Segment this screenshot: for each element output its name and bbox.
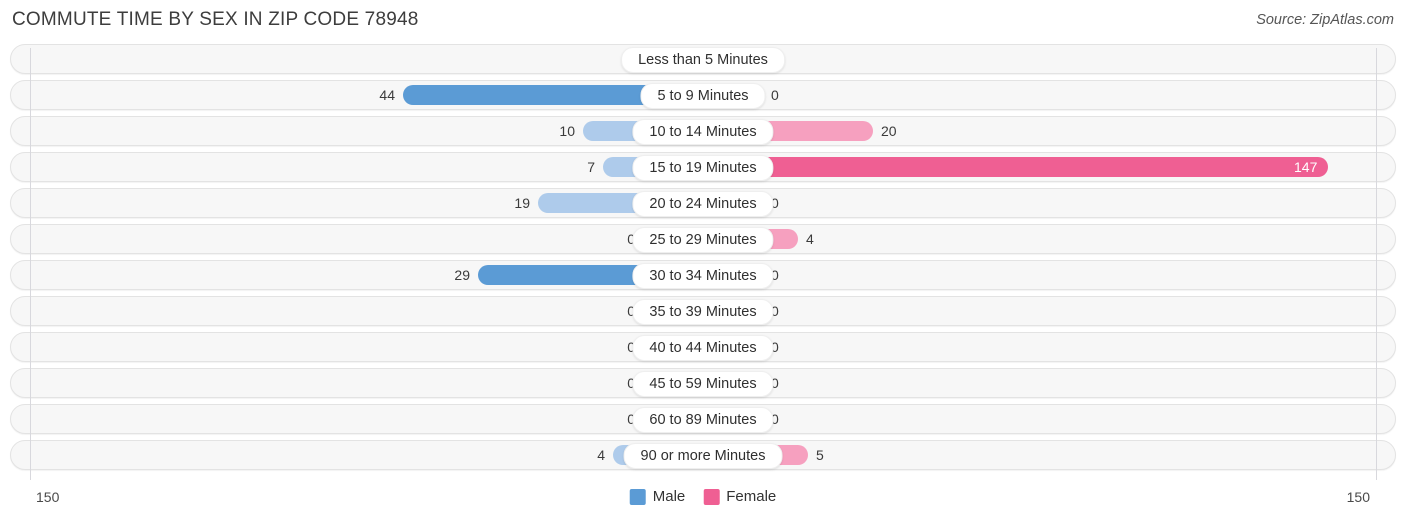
legend-item-female[interactable]: Female [703, 488, 776, 505]
legend-item-male[interactable]: Male [629, 488, 686, 505]
row-bar-area: 0 0 45 to 59 Minutes [11, 369, 1395, 397]
axis-line-right [1376, 48, 1377, 480]
row-bar-area: 29 0 30 to 34 Minutes [11, 261, 1395, 289]
row-bar-area: 0 0 35 to 39 Minutes [11, 297, 1395, 325]
row-bar-area: 00Less than 5 Minutes [11, 45, 1395, 73]
category-label: 35 to 39 Minutes [632, 299, 774, 325]
bar-value-male: 19 [514, 195, 530, 211]
row-bar-area: 7 147 15 to 19 Minutes [11, 153, 1395, 181]
bar-value-female: 0 [771, 87, 779, 103]
chart-legend: Male Female [629, 488, 776, 505]
category-label: 20 to 24 Minutes [632, 191, 774, 217]
bar-value-female: 147 [1294, 159, 1318, 175]
source-attribution: Source: ZipAtlas.com [1256, 12, 1394, 28]
table-row: 0 4 25 to 29 Minutes [10, 224, 1396, 254]
row-bar-area: 10 20 10 to 14 Minutes [11, 117, 1395, 145]
table-row: 0 0 45 to 59 Minutes [10, 368, 1396, 398]
bar-value-female: 4 [806, 231, 814, 247]
table-row: 0 0 35 to 39 Minutes [10, 296, 1396, 326]
bar-value-male: 4 [597, 447, 605, 463]
legend-swatch-female-icon [703, 488, 720, 505]
row-bar-area: 0 4 25 to 29 Minutes [11, 225, 1395, 253]
row-bar-area: 0 0 40 to 44 Minutes [11, 333, 1395, 361]
bar-value-male: 7 [587, 159, 595, 175]
axis-tick-right: 150 [1346, 489, 1370, 505]
bar-female[interactable] [703, 157, 1328, 177]
legend-label-male: Male [652, 488, 686, 505]
table-row: 00Less than 5 Minutes [10, 44, 1396, 74]
legend-label-female: Female [726, 488, 777, 505]
row-bar-area: 44 0 5 to 9 Minutes [11, 81, 1395, 109]
axis-line-left [30, 48, 31, 480]
bar-value-male: 29 [454, 267, 470, 283]
table-row: 19 0 20 to 24 Minutes [10, 188, 1396, 218]
category-label: 40 to 44 Minutes [632, 335, 774, 361]
row-bar-area: 19 0 20 to 24 Minutes [11, 189, 1395, 217]
table-row: 7 147 15 to 19 Minutes [10, 152, 1396, 182]
bar-value-male: 10 [559, 123, 575, 139]
table-row: 10 20 10 to 14 Minutes [10, 116, 1396, 146]
category-label: 25 to 29 Minutes [632, 227, 774, 253]
bar-value-female: 5 [816, 447, 824, 463]
chart-header: COMMUTE TIME BY SEX IN ZIP CODE 78948 So… [0, 0, 1406, 44]
table-row: 4 5 90 or more Minutes [10, 440, 1396, 470]
category-label: Less than 5 Minutes [621, 47, 785, 73]
category-label: 90 or more Minutes [623, 443, 783, 469]
category-label: 45 to 59 Minutes [632, 371, 774, 397]
category-label: 60 to 89 Minutes [632, 407, 774, 433]
category-label: 5 to 9 Minutes [640, 83, 766, 109]
category-label: 30 to 34 Minutes [632, 263, 774, 289]
table-row: 0 0 40 to 44 Minutes [10, 332, 1396, 362]
chart-footer: 150 150 Male Female [0, 484, 1406, 522]
row-bar-area: 0 0 60 to 89 Minutes [11, 405, 1395, 433]
category-label: 15 to 19 Minutes [632, 155, 774, 181]
legend-swatch-male-icon [629, 488, 646, 505]
table-row: 44 0 5 to 9 Minutes [10, 80, 1396, 110]
bar-value-female: 20 [881, 123, 897, 139]
chart-plot-area: 00Less than 5 Minutes4405 to 9 Minutes10… [0, 44, 1406, 484]
bar-value-male: 44 [379, 87, 395, 103]
page-title: COMMUTE TIME BY SEX IN ZIP CODE 78948 [12, 9, 419, 30]
table-row: 0 0 60 to 89 Minutes [10, 404, 1396, 434]
category-label: 10 to 14 Minutes [632, 119, 774, 145]
chart-rows: 00Less than 5 Minutes4405 to 9 Minutes10… [0, 44, 1406, 484]
axis-tick-left: 150 [36, 489, 60, 505]
row-bar-area: 4 5 90 or more Minutes [11, 441, 1395, 469]
table-row: 29 0 30 to 34 Minutes [10, 260, 1396, 290]
